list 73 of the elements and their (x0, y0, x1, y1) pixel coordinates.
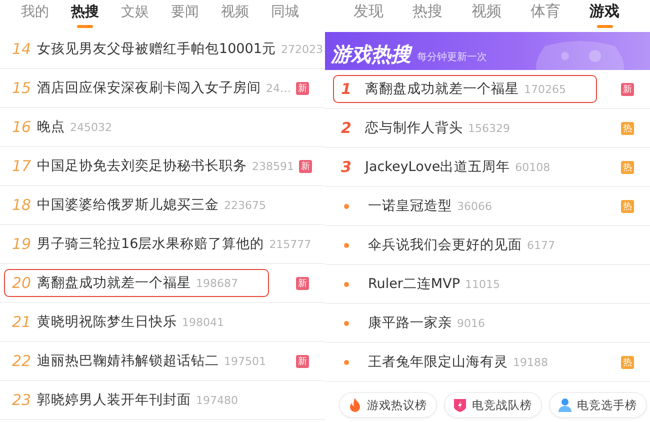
bullet-dot (344, 282, 349, 286)
heat-count: 156329 (468, 122, 510, 134)
topic-link[interactable]: 一诺皇冠造型 (368, 197, 452, 215)
banner-subtitle: 每分钟更新一次 (417, 50, 487, 64)
rank-number: 2 (341, 119, 352, 137)
heat-count: 245032 (70, 120, 112, 134)
tab[interactable]: 热搜 (60, 0, 110, 30)
tag-badge: 新 (621, 82, 634, 96)
tag-badge: 热 (621, 200, 634, 212)
topic-link[interactable]: 郭晓婷男人装开年刊封面 (37, 391, 191, 409)
rank-number: 22 (12, 352, 32, 370)
bullet-dot (344, 242, 349, 248)
heat-count: 215777 (269, 238, 312, 250)
rank-number: 3 (341, 158, 352, 176)
rank-number: 23 (12, 391, 32, 409)
tag-badge: 热 (621, 122, 634, 134)
rank-number: 16 (12, 118, 32, 136)
heat-count: 24… (266, 82, 291, 94)
bullet-dot (344, 320, 349, 326)
topic-link[interactable]: 男子骑三轮拉16层水果称赔了算他的 (37, 235, 264, 253)
topic-link[interactable]: 迪丽热巴鞠婧祎解锁超话钻二 (37, 352, 219, 370)
heat-count: 19188 (513, 356, 548, 368)
bullet-dot (344, 204, 349, 208)
person-icon (557, 397, 573, 413)
ranking-link[interactable]: 游戏热议榜 (339, 392, 437, 418)
topic-link[interactable]: 晚点 (37, 118, 65, 136)
topic-link[interactable]: 黄晓明祝陈梦生日快乐 (37, 313, 177, 331)
rank-number: 1 (341, 80, 352, 98)
topic-link[interactable]: 离翻盘成功就差一个福星 (37, 274, 191, 292)
heat-count: 197501 (224, 354, 266, 368)
heat-count: 170265 (524, 82, 566, 96)
flame-icon (347, 397, 363, 413)
topic-link[interactable]: 离翻盘成功就差一个福星 (365, 80, 519, 98)
topic-link[interactable]: 王者兔年限定山海有灵 (368, 353, 508, 371)
tag-badge: 新 (296, 82, 309, 94)
tag-badge: 新 (296, 276, 309, 290)
heat-count: 198041 (182, 316, 224, 328)
heat-count: 11015 (464, 278, 500, 290)
topic-link[interactable]: 伞兵说我们会更好的见面 (368, 236, 522, 254)
tab[interactable]: 游戏 (575, 0, 634, 30)
topic-link[interactable]: JackeyLove出道五周年 (365, 158, 510, 176)
banner-title: 游戏热搜 (331, 44, 411, 64)
heat-count: 238591 (252, 160, 294, 172)
bullet-dot (344, 360, 349, 364)
topic-link[interactable]: 恋与制作人背头 (365, 119, 463, 137)
heat-count: 6177 (527, 238, 555, 252)
tag-badge: 新 (299, 160, 312, 172)
heat-count: 60108 (515, 160, 550, 174)
heat-count: 223675 (224, 198, 266, 212)
rank-number: 17 (12, 157, 32, 175)
topic-link[interactable]: 中国婆婆给俄罗斯儿媳买三金 (37, 196, 219, 214)
topic-link[interactable]: Ruler二连MVP (368, 275, 460, 293)
tag-badge: 热 (621, 160, 634, 174)
rank-number: 14 (12, 40, 32, 58)
rank-number: 20 (12, 274, 32, 292)
heat-count: 198687 (196, 276, 238, 290)
topic-link[interactable]: 女孩见男友父母被赠红手帕包10001元 (37, 40, 276, 58)
tag-badge: 热 (621, 356, 634, 368)
topic-link[interactable]: 酒店回应保安深夜刷卡闯入女子房间 (37, 79, 261, 97)
heat-count: 272023 (280, 42, 323, 56)
rank-number: 18 (12, 196, 32, 214)
heat-count: 36066 (457, 200, 492, 212)
rank-number: 19 (12, 235, 32, 253)
topic-link[interactable]: 康平路一家亲 (368, 314, 452, 332)
heat-count: 197480 (196, 394, 238, 406)
ranking-link[interactable]: 电竞战队榜 (444, 392, 542, 418)
tag-badge: 新 (296, 354, 309, 368)
rank-number: 15 (12, 79, 32, 97)
shield-icon (452, 397, 468, 413)
heat-count: 9016 (457, 316, 485, 330)
ranking-link[interactable]: 电竞选手榜 (549, 392, 647, 418)
topic-link[interactable]: 中国足协免去刘奕足协秘书长职务 (37, 157, 247, 175)
rank-number: 21 (12, 313, 32, 331)
